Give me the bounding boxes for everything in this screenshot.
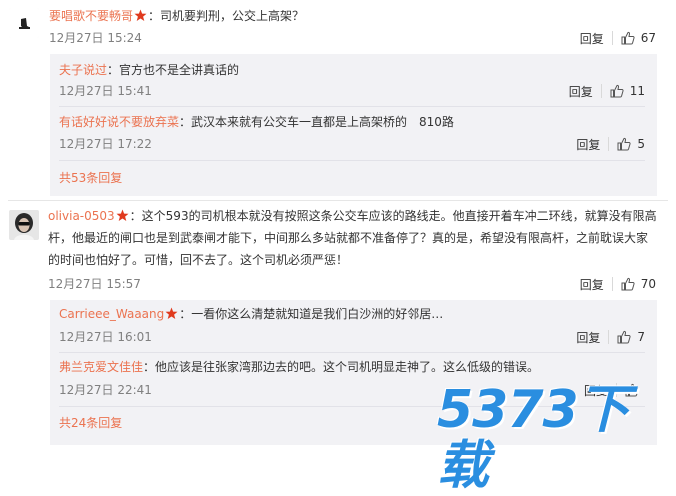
reply-button[interactable]: 回复 (569, 83, 593, 100)
comment-text: 的时间也怕好了。可惜，回不去了。这个司机必须严惩！ (48, 253, 349, 267)
thumbs-up-icon (621, 31, 635, 45)
like-button[interactable]: 11 (610, 84, 645, 98)
reply-text: ：官方也不是全讲真话的 (107, 63, 240, 77)
comment-item: 要唱歌不要畅哥 ：司机要判刑，公交上高架？ 12月27日 15:24 回复 67 … (0, 0, 676, 196)
reply-username[interactable]: 弗兰克爱文佳佳 (59, 360, 143, 374)
action-separator (608, 330, 610, 344)
reply-button[interactable]: 回复 (576, 136, 600, 153)
reply-list: 夫子说过：官方也不是全讲真话的 12月27日 15:41 回复 11 有话好好说… (50, 54, 657, 196)
comment-thread: { "comments": [ { "user": "要唱歌不要畅哥", "te… (0, 0, 676, 494)
comment-text: ：司机要判刑，公交上高架？ (148, 9, 305, 23)
like-count: 70 (640, 277, 656, 291)
action-separator (611, 277, 613, 291)
like-button[interactable]: 5 (617, 137, 645, 151)
like-count: 11 (629, 84, 645, 98)
comment-username[interactable]: olivia-0503 (48, 209, 115, 223)
like-button[interactable]: 7 (617, 330, 645, 344)
comment-text: 杆，他最近的闸口也是到武泰闸才能下，中间那么多站就都不准备停了？真的是，希望没有… (48, 231, 649, 245)
reply-text: ：一看你这么清楚就知道是我们白沙洲的好邻居… (179, 307, 444, 321)
reply-time: 12月27日 17:22 (59, 137, 152, 151)
reply-divider (59, 106, 645, 107)
reply-username[interactable]: 有话好好说不要放弃菜 (59, 115, 179, 129)
thumbs-up-icon (610, 84, 624, 98)
reply-username[interactable]: 夫子说过 (59, 63, 107, 77)
action-separator (608, 137, 610, 151)
reply-text: ：武汉本来就有公交车一直都是上高架桥的 810路 (179, 115, 454, 129)
reply-text: ：他应该是往张家湾那边去的吧。这个司机明显走神了。这么低级的错误。 (143, 360, 540, 374)
action-separator (611, 31, 613, 45)
more-replies-link[interactable]: 共53条回复 (59, 168, 122, 188)
thumbs-up-icon (621, 277, 635, 291)
comment-username[interactable]: 要唱歌不要畅哥 (49, 9, 133, 23)
reply-button[interactable]: 回复 (580, 276, 604, 293)
user-avatar[interactable] (9, 8, 39, 38)
reply-button[interactable]: 回复 (580, 30, 604, 47)
reply-username[interactable]: Carrieee_Waaang (59, 307, 164, 321)
vip-star-icon (165, 307, 178, 319)
user-avatar[interactable] (9, 210, 39, 240)
vip-star-icon (134, 9, 147, 21)
like-count: 7 (637, 330, 645, 344)
reply-divider (59, 160, 645, 161)
thumbs-up-icon (617, 137, 631, 151)
reply-button[interactable]: 回复 (576, 329, 600, 346)
like-count: 67 (640, 31, 656, 45)
comment-time: 12月27日 15:24 (49, 31, 142, 45)
reply-time: 12月27日 16:01 (59, 330, 152, 344)
comment-text: ：这个593的司机根本就没有按照这条公交车应该的路线走。他直接开着车冲二环线，就… (129, 209, 657, 223)
comment-time: 12月27日 15:57 (48, 277, 141, 291)
like-button[interactable]: 67 (621, 31, 656, 45)
more-replies-link[interactable]: 共24条回复 (59, 413, 122, 433)
reply-time: 12月27日 22:41 (59, 383, 152, 397)
reply-divider (59, 352, 645, 353)
vip-star-icon (116, 209, 129, 221)
like-button[interactable]: 70 (621, 277, 656, 291)
like-count: 5 (637, 137, 645, 151)
reply-time: 12月27日 15:41 (59, 84, 152, 98)
thumbs-up-icon (617, 330, 631, 344)
action-separator (600, 84, 602, 98)
watermark-logo: 5373下载 (437, 380, 630, 496)
